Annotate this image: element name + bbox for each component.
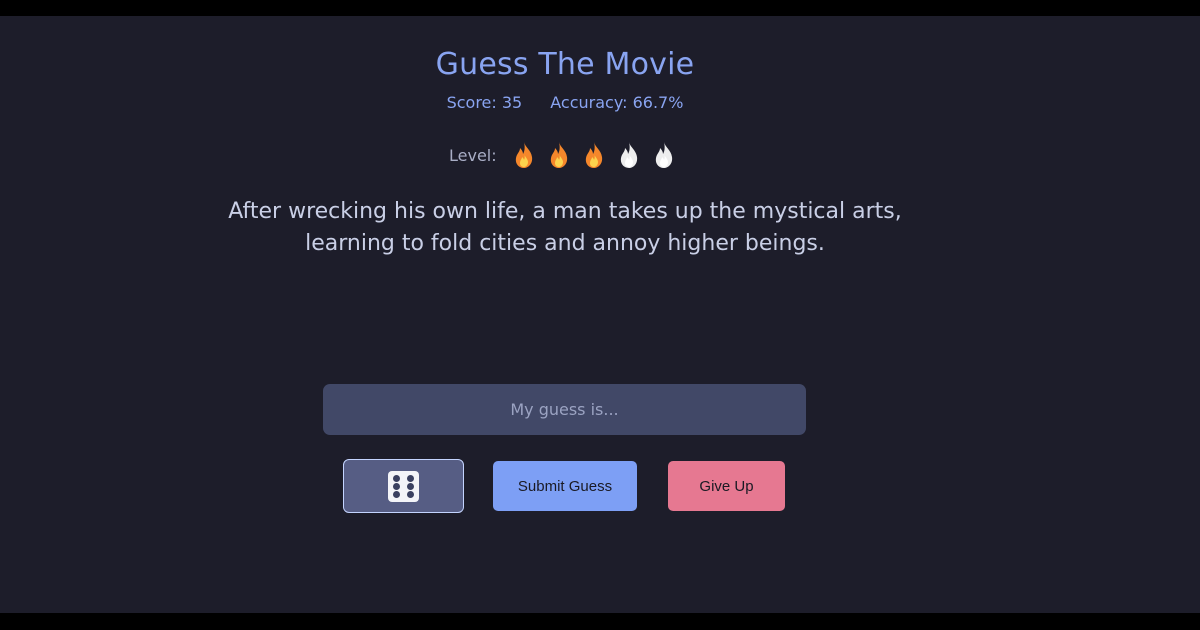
random-movie-button[interactable] — [343, 459, 464, 513]
clue-line-1: After wrecking his own life, a man takes… — [228, 199, 902, 224]
give-up-button[interactable]: Give Up — [668, 461, 785, 511]
letterbox-bottom — [0, 613, 1200, 630]
stats-bar: Score: 35 Accuracy: 66.7% — [0, 93, 1130, 112]
accuracy-label: Accuracy: 66.7% — [550, 93, 684, 112]
guess-input[interactable] — [323, 384, 806, 435]
clue-line-2: learning to fold cities and annoy higher… — [305, 231, 825, 256]
level-indicator: Level: — [449, 140, 686, 170]
dice-six-icon — [388, 470, 419, 502]
game-screen: Guess The Movie Score: 35 Accuracy: 66.7%… — [0, 16, 1200, 613]
page-title: Guess The Movie — [435, 47, 695, 82]
fire-icon-filled — [546, 141, 572, 169]
level-label: Level: — [449, 145, 497, 165]
level-flames — [511, 141, 686, 169]
score-label: Score: 35 — [446, 93, 523, 112]
movie-clue: After wrecking his own life, a man takes… — [180, 196, 950, 260]
fire-icon-empty — [651, 141, 677, 169]
fire-icon-empty — [616, 141, 642, 169]
letterbox-top — [0, 0, 1200, 16]
submit-guess-button[interactable]: Submit Guess — [493, 461, 637, 511]
fire-icon-filled — [581, 141, 607, 169]
fire-icon-filled — [511, 141, 537, 169]
